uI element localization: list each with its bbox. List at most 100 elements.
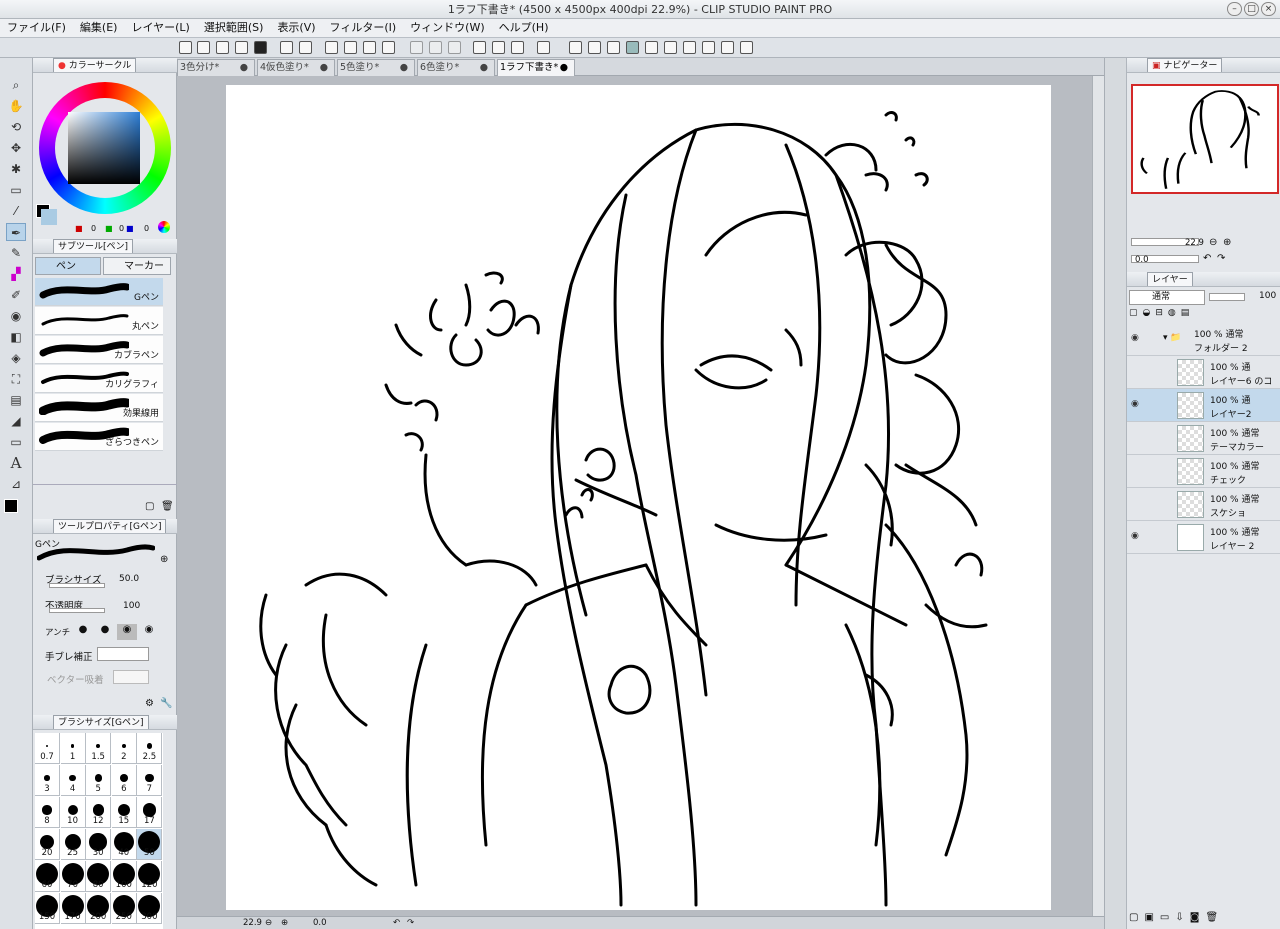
select-all-icon[interactable] [344,41,357,54]
brush-size-slider[interactable] [49,583,105,588]
brush-size-cell[interactable]: 20 [35,829,60,860]
brush-size-cell[interactable]: 6 [111,765,137,796]
reset-view-icon[interactable] [740,41,753,54]
brush-size-cell[interactable]: 200 [86,893,112,924]
menu-filter[interactable]: フィルター(I) [323,19,404,37]
main-color-swatch[interactable] [4,499,18,513]
antialias-selector[interactable]: ● ● ◉ ◉ [73,624,161,640]
status-zoom-in-icon[interactable]: ⊕ [281,917,288,929]
grid-icon[interactable] [511,41,524,54]
document-tab[interactable]: 3色分け* ● [177,59,255,76]
merge-down-icon[interactable]: ⇩ [1175,912,1183,926]
close-tab-icon[interactable]: ● [480,60,488,76]
brush-size-cell[interactable]: 25 [60,829,86,860]
navigator-zoom-out-icon[interactable]: ⊖ [1209,237,1217,248]
subtool-tab-pen[interactable]: ペン [35,257,101,275]
close-tab-icon[interactable]: ● [400,60,408,76]
eraser-icon[interactable]: ◧ [6,328,26,346]
deselect-icon[interactable] [448,41,461,54]
layer-opacity-value[interactable]: 100 [1259,291,1276,301]
document-tab[interactable]: 4仮色塗り* ● [257,59,335,76]
brush-size-cell[interactable]: 100 [111,861,137,892]
opacity-slider[interactable] [49,608,105,613]
fill-icon[interactable]: ◈ [6,349,26,367]
layer-row[interactable]: 100 % 通レイヤー6 のコピ [1127,356,1280,400]
new-folder-icon[interactable]: ▭ [1160,912,1169,926]
new-file-icon[interactable] [216,41,229,54]
close-tab-icon[interactable]: ● [240,60,248,76]
folder-icon[interactable] [607,41,620,54]
figure-icon[interactable]: ◢ [6,412,26,430]
brush-item[interactable]: 効果線用 [35,394,163,422]
save-icon[interactable] [254,41,267,54]
zoom-icon[interactable]: ⌕ [6,76,26,94]
brush-item[interactable]: ざらつきペン [35,423,163,451]
transform-icon[interactable] [363,41,376,54]
ref-layer-icon[interactable]: ◍ [1168,308,1176,322]
menu-window[interactable]: ウィンドウ(W) [403,19,491,37]
mask-icon[interactable] [645,41,658,54]
pencil-icon[interactable]: ✎ [6,244,26,262]
gradient-icon[interactable]: ▤ [6,391,26,409]
menu-file[interactable]: ファイル(F) [0,19,73,37]
eye-icon[interactable]: ◉ [1131,531,1139,541]
eye-icon[interactable]: ◉ [1131,333,1139,343]
brush-size-cell[interactable]: 4 [60,765,86,796]
perspective-icon[interactable] [492,41,505,54]
layer-menu-icon[interactable] [537,41,550,54]
brush-item[interactable]: Gペン [35,278,163,306]
target-icon[interactable] [721,41,734,54]
brush-size-cell[interactable]: 120 [137,861,163,892]
eyedropper-icon[interactable]: ⁄ [6,202,26,220]
scale-icon[interactable] [382,41,395,54]
brush-size-cell[interactable]: 17 [137,797,163,828]
zoom-out-icon[interactable] [197,41,210,54]
zoom-preview-icon[interactable]: ⊕ [160,554,168,565]
menu-layer[interactable]: レイヤー(L) [124,19,196,37]
open-file-icon[interactable] [235,41,248,54]
delete-subtool-icon[interactable]: 🗑 [161,501,174,512]
balloon-icon[interactable]: ⊿ [6,475,26,493]
fill-selection-icon[interactable] [429,41,442,54]
minimize-button[interactable]: – [1227,2,1242,16]
ruler-icon[interactable] [473,41,486,54]
wand-icon[interactable]: ✱ [6,160,26,178]
delete-layer-icon[interactable]: 🗑 [1205,912,1218,926]
layer-mask-icon[interactable]: ◙ [1190,912,1200,926]
bucket-icon[interactable]: ⛶ [6,370,26,388]
color-mode-icon[interactable] [158,221,170,233]
layer-row[interactable]: 100 % 通常 スケショ [1127,488,1280,521]
menu-edit[interactable]: 編集(E) [73,19,125,37]
pen-icon[interactable]: ✒ [6,223,26,241]
navigator-zoom-value[interactable]: 22.9 [1185,238,1204,248]
flip-h-icon[interactable] [664,41,677,54]
text-icon[interactable]: A [6,454,26,472]
wrench-icon[interactable]: 🔧 [160,698,172,709]
rotate-icon[interactable]: ⟲ [6,118,26,136]
status-rotate-left-icon[interactable]: ↶ [393,917,400,929]
clip-icon[interactable]: ◒ [1143,308,1151,322]
brush-size-cell[interactable]: 5 [86,765,112,796]
brush-size-cell[interactable]: 3 [35,765,60,796]
brush-size-cell[interactable]: 12 [86,797,112,828]
brush-size-cell[interactable]: 30 [86,829,112,860]
status-zoom-value[interactable]: 22.9 [243,917,262,929]
frame-icon[interactable]: ▭ [6,433,26,451]
copy-layer-icon[interactable] [588,41,601,54]
new-layer-icon[interactable] [569,41,582,54]
menu-view[interactable]: 表示(V) [270,19,322,37]
brush-size-cell[interactable]: 80 [86,861,112,892]
brush-size-cell[interactable]: 10 [60,797,86,828]
brush-icon[interactable]: ▞ [6,265,26,283]
airbrush-icon[interactable]: ✐ [6,286,26,304]
brush-size-cell[interactable]: 1.5 [86,733,112,764]
maximize-button[interactable]: □ [1244,2,1259,16]
layer-row[interactable]: 100 % 通常 チェック [1127,455,1280,488]
brush-size-cell[interactable]: 8 [35,797,60,828]
undo-icon[interactable] [280,41,293,54]
brush-size-cell[interactable]: 2 [111,733,137,764]
brush-size-cell[interactable]: 150 [35,893,60,924]
brush-size-cell[interactable]: 1 [60,733,86,764]
blend-mode-select[interactable]: 通常 [1129,290,1205,305]
mask-layer-icon[interactable]: ▤ [1181,308,1190,322]
